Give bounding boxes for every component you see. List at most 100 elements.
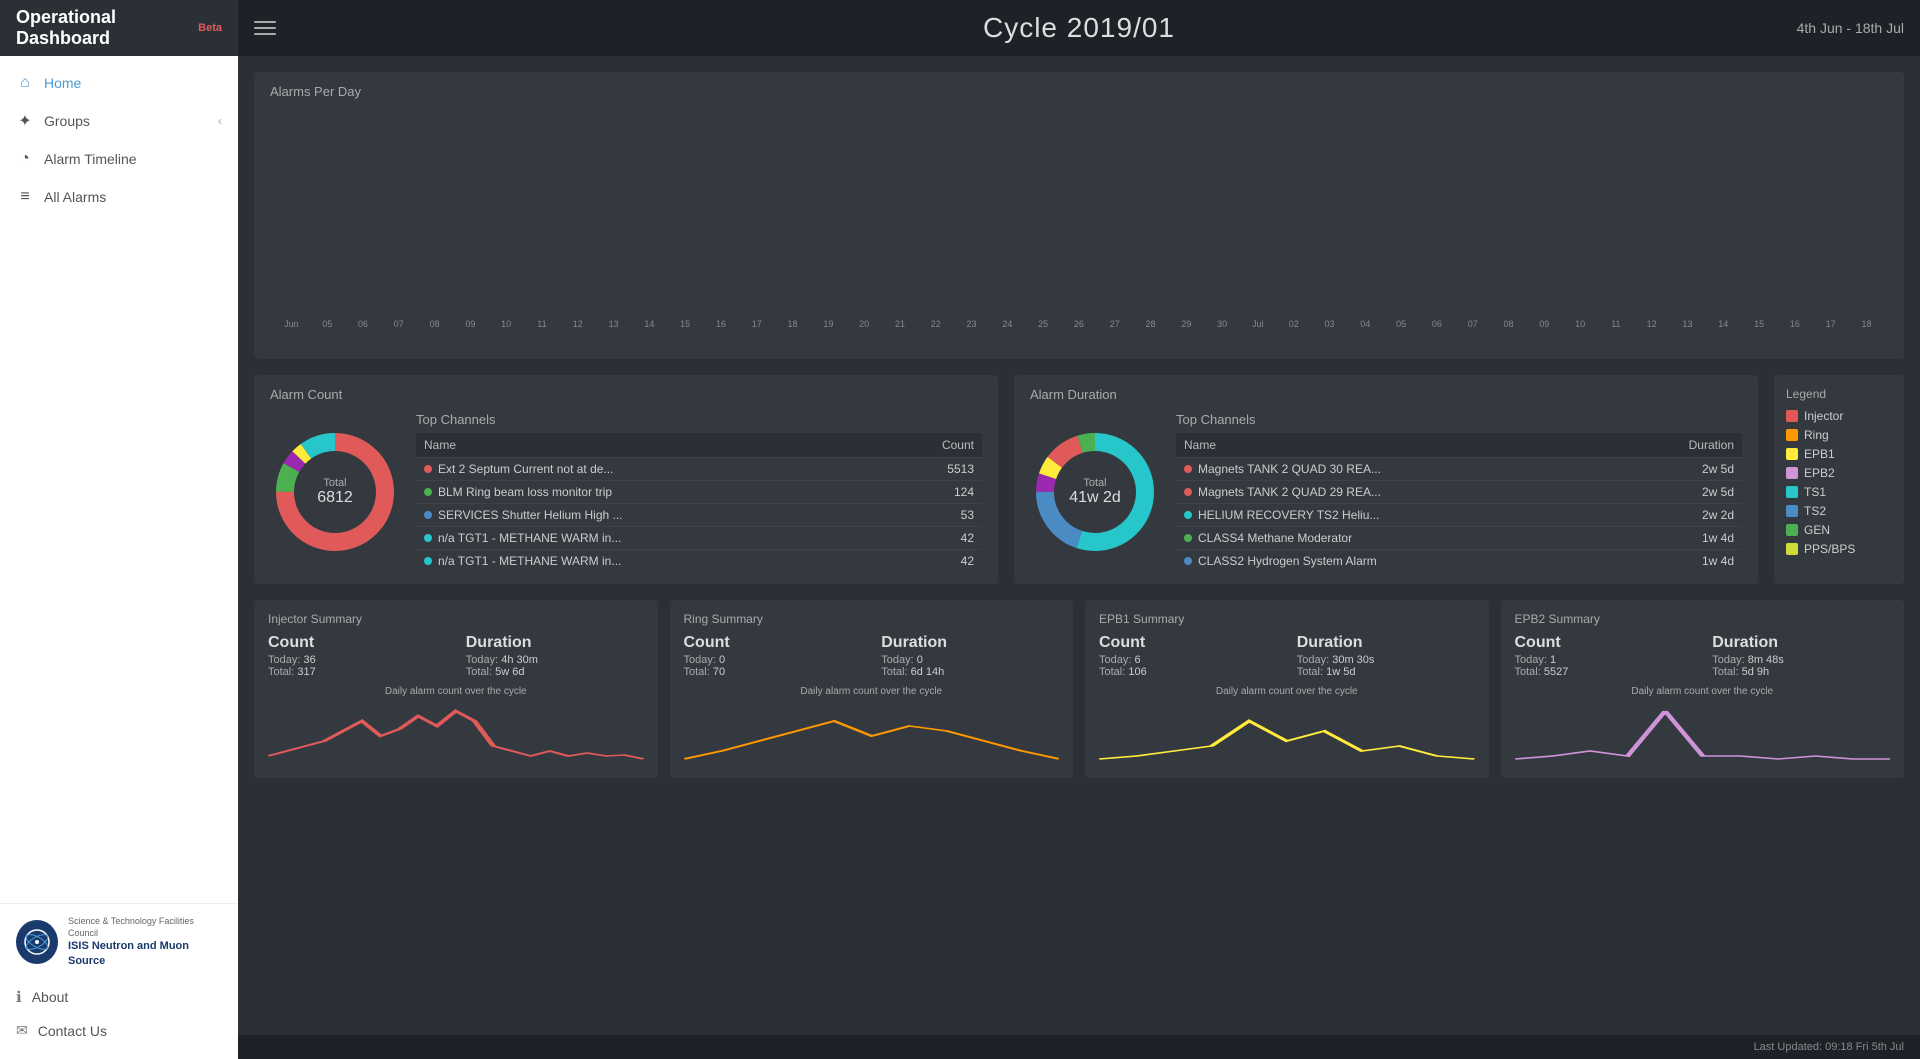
stat-count-col: Count Today: 1 Total: 5527 (1515, 634, 1693, 678)
dur-today-row: Today: 0 (881, 654, 1059, 666)
dur-header: Duration (881, 634, 1059, 652)
x-label: 16 (1777, 319, 1812, 329)
summary-title: Injector Summary (268, 612, 644, 626)
x-label: 21 (883, 319, 918, 329)
count-total-row: Total: 106 (1099, 666, 1277, 678)
table-row: SERVICES Shutter Helium High ...53 (416, 504, 982, 527)
x-label: 20 (847, 319, 882, 329)
alarm-count-channels: Top Channels Name Count Ext 2 Septum Cur… (416, 412, 982, 572)
x-label: 11 (1598, 319, 1633, 329)
mini-chart-title: Daily alarm count over the cycle (684, 686, 1060, 697)
sparkline-svg (1099, 701, 1475, 761)
legend-item: Injector (1786, 409, 1892, 423)
bar-chart (270, 107, 1888, 317)
dur-header: Duration (466, 634, 644, 652)
x-label: 18 (775, 319, 810, 329)
alarm-duration-donut: Total 41w 2d (1030, 427, 1160, 557)
legend-color (1786, 486, 1798, 498)
x-label: 11 (525, 319, 560, 329)
x-label: 14 (1706, 319, 1741, 329)
sidebar-item-alarm-timeline[interactable]: ◔ Alarm Timeline (0, 140, 238, 178)
legend-items: InjectorRingEPB1EPB2TS1TS2GENPPS/BPS (1786, 409, 1892, 556)
sidebar-nav: ⌂ Home ✦ Groups ‹ ◔ Alarm Timeline ≡ All… (0, 56, 238, 903)
bar-x-axis: Jun0506070809101112131415161718192021222… (270, 319, 1888, 329)
dur-total-row: Total: 5d 9h (1712, 666, 1890, 678)
x-label: 10 (1563, 319, 1598, 329)
groups-icon: ✦ (16, 112, 34, 130)
alarm-timeline-icon: ◔ (16, 150, 34, 168)
nav-label-home: Home (44, 75, 81, 91)
x-label: 06 (1420, 319, 1455, 329)
dur-total-row: Total: 1w 5d (1297, 666, 1475, 678)
legend-color (1786, 524, 1798, 536)
x-label: 28 (1133, 319, 1168, 329)
x-label: 15 (668, 319, 703, 329)
x-label: Jul (1241, 319, 1276, 329)
stfc-label: Science & Technology Facilities Council (68, 916, 222, 939)
legend-item: Ring (1786, 428, 1892, 442)
alarm-count-title: Alarm Count (270, 387, 982, 402)
table-row: Magnets TANK 2 QUAD 29 REA...2w 5d (1176, 481, 1742, 504)
x-label: 26 (1062, 319, 1097, 329)
alarms-per-day-title: Alarms Per Day (270, 84, 1888, 99)
nav-label-all-alarms: All Alarms (44, 189, 106, 205)
legend-color (1786, 410, 1798, 422)
legend-label: PPS/BPS (1804, 542, 1855, 556)
legend-item: EPB2 (1786, 466, 1892, 480)
dur-total-row: Total: 5w 6d (466, 666, 644, 678)
dur-today-row: Today: 8m 48s (1712, 654, 1890, 666)
sidebar-beta: Beta (198, 22, 222, 34)
sidebar-footer: Science & Technology Facilities Council … (0, 903, 238, 1059)
stat-dur-col: Duration Today: 8m 48s Total: 5d 9h (1712, 634, 1890, 678)
summaries-section: Injector Summary Count Today: 36 Total: … (254, 600, 1904, 778)
sidebar-item-home[interactable]: ⌂ Home (0, 64, 238, 102)
stat-count-col: Count Today: 36 Total: 317 (268, 634, 446, 678)
about-link[interactable]: ℹ About (16, 980, 222, 1014)
hamburger-menu[interactable] (254, 21, 276, 35)
legend-color (1786, 505, 1798, 517)
alarm-count-table: Name Count Ext 2 Septum Current not at d… (416, 433, 982, 572)
content-area: Alarms Per Day Jun0506070809101112131415… (238, 56, 1920, 1035)
x-label: 17 (739, 319, 774, 329)
x-label: 09 (1527, 319, 1562, 329)
count-total-row: Total: 70 (684, 666, 862, 678)
dur-today-row: Today: 4h 30m (466, 654, 644, 666)
middle-section: Alarm Count Total 6812 Top Channels (254, 375, 1904, 584)
legend-panel: Legend InjectorRingEPB1EPB2TS1TS2GENPPS/… (1774, 375, 1904, 584)
sidebar-item-all-alarms[interactable]: ≡ All Alarms (0, 178, 238, 216)
summary-stats: Count Today: 1 Total: 5527 Duration Toda… (1515, 634, 1891, 678)
table-row: HELIUM RECOVERY TS2 Heliu...2w 2d (1176, 504, 1742, 527)
isis-text: Science & Technology Facilities Council … (68, 916, 222, 968)
x-label: 14 (632, 319, 667, 329)
count-header: Count (684, 634, 862, 652)
x-label: 12 (560, 319, 595, 329)
dur-header: Duration (1712, 634, 1890, 652)
legend-label: EPB2 (1804, 466, 1835, 480)
table-row: n/a TGT1 - METHANE WARM in...42 (416, 527, 982, 550)
x-label: 17 (1813, 319, 1848, 329)
count-today-row: Today: 0 (684, 654, 862, 666)
dur-header: Duration (1297, 634, 1475, 652)
x-label: 22 (918, 319, 953, 329)
sidebar-item-groups[interactable]: ✦ Groups ‹ (0, 102, 238, 140)
x-label: 23 (954, 319, 989, 329)
nav-label-alarm-timeline: Alarm Timeline (44, 151, 137, 167)
alarm-duration-table: Name Duration Magnets TANK 2 QUAD 30 REA… (1176, 433, 1742, 572)
mail-icon: ✉ (16, 1022, 28, 1039)
stat-dur-col: Duration Today: 30m 30s Total: 1w 5d (1297, 634, 1475, 678)
x-label: 18 (1849, 319, 1884, 329)
mini-chart-title: Daily alarm count over the cycle (1515, 686, 1891, 697)
alarm-duration-donut-area: Total 41w 2d Top Channels Name Duration (1030, 412, 1742, 572)
x-label: Jun (274, 319, 309, 329)
stat-count-col: Count Today: 0 Total: 70 (684, 634, 862, 678)
isis-logo-area: Science & Technology Facilities Council … (16, 916, 222, 968)
legend-item: TS2 (1786, 504, 1892, 518)
count-header: Count (1099, 634, 1277, 652)
legend-label: GEN (1804, 523, 1830, 537)
mini-chart-epb1: Daily alarm count over the cycle (1099, 686, 1475, 766)
contact-link[interactable]: ✉ Contact Us (16, 1014, 222, 1047)
summary-stats: Count Today: 36 Total: 317 Duration Toda… (268, 634, 644, 678)
sidebar-title: Operational Dashboard (16, 7, 186, 49)
alarm-count-donut: Total 6812 (270, 427, 400, 557)
bar-chart-container: Jun0506070809101112131415161718192021222… (270, 107, 1888, 347)
